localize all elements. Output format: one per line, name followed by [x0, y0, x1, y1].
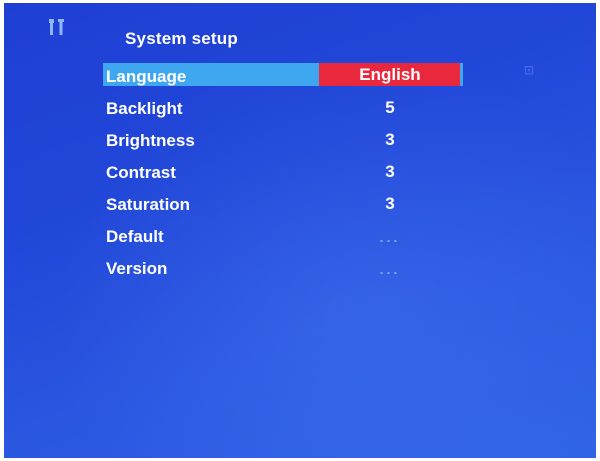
setup-menu: Language English Backlight 5 Brightness … — [4, 61, 596, 285]
menu-item-value[interactable]: 5 — [320, 98, 460, 118]
menu-item-value[interactable]: English — [320, 65, 460, 85]
menu-item-default[interactable]: Default ... — [4, 221, 596, 253]
menu-item-version[interactable]: Version ... — [4, 253, 596, 285]
setup-tools-icon — [49, 19, 64, 35]
menu-item-value[interactable]: 3 — [320, 130, 460, 150]
menu-item-backlight[interactable]: Backlight 5 — [4, 93, 596, 125]
menu-item-label: Contrast — [106, 163, 176, 182]
menu-item-label: Brightness — [106, 131, 195, 150]
menu-item-label: Backlight — [106, 99, 183, 118]
menu-item-value[interactable]: 3 — [320, 162, 460, 182]
page-title: System setup — [125, 29, 238, 48]
menu-item-label: Saturation — [106, 195, 191, 214]
menu-item-saturation[interactable]: Saturation 3 — [4, 189, 596, 221]
menu-item-label: Default — [106, 227, 164, 246]
osd-screen: System setup ⊡ Language English Backligh… — [4, 3, 596, 458]
menu-item-label: Version — [106, 259, 168, 278]
menu-item-language[interactable]: Language English — [4, 61, 596, 93]
menu-item-value[interactable]: ... — [320, 229, 460, 245]
menu-item-label: Language — [106, 67, 187, 86]
menu-item-contrast[interactable]: Contrast 3 — [4, 157, 596, 189]
menu-item-brightness[interactable]: Brightness 3 — [4, 125, 596, 157]
menu-item-value[interactable]: 3 — [320, 194, 460, 214]
menu-item-value[interactable]: ... — [320, 261, 460, 277]
